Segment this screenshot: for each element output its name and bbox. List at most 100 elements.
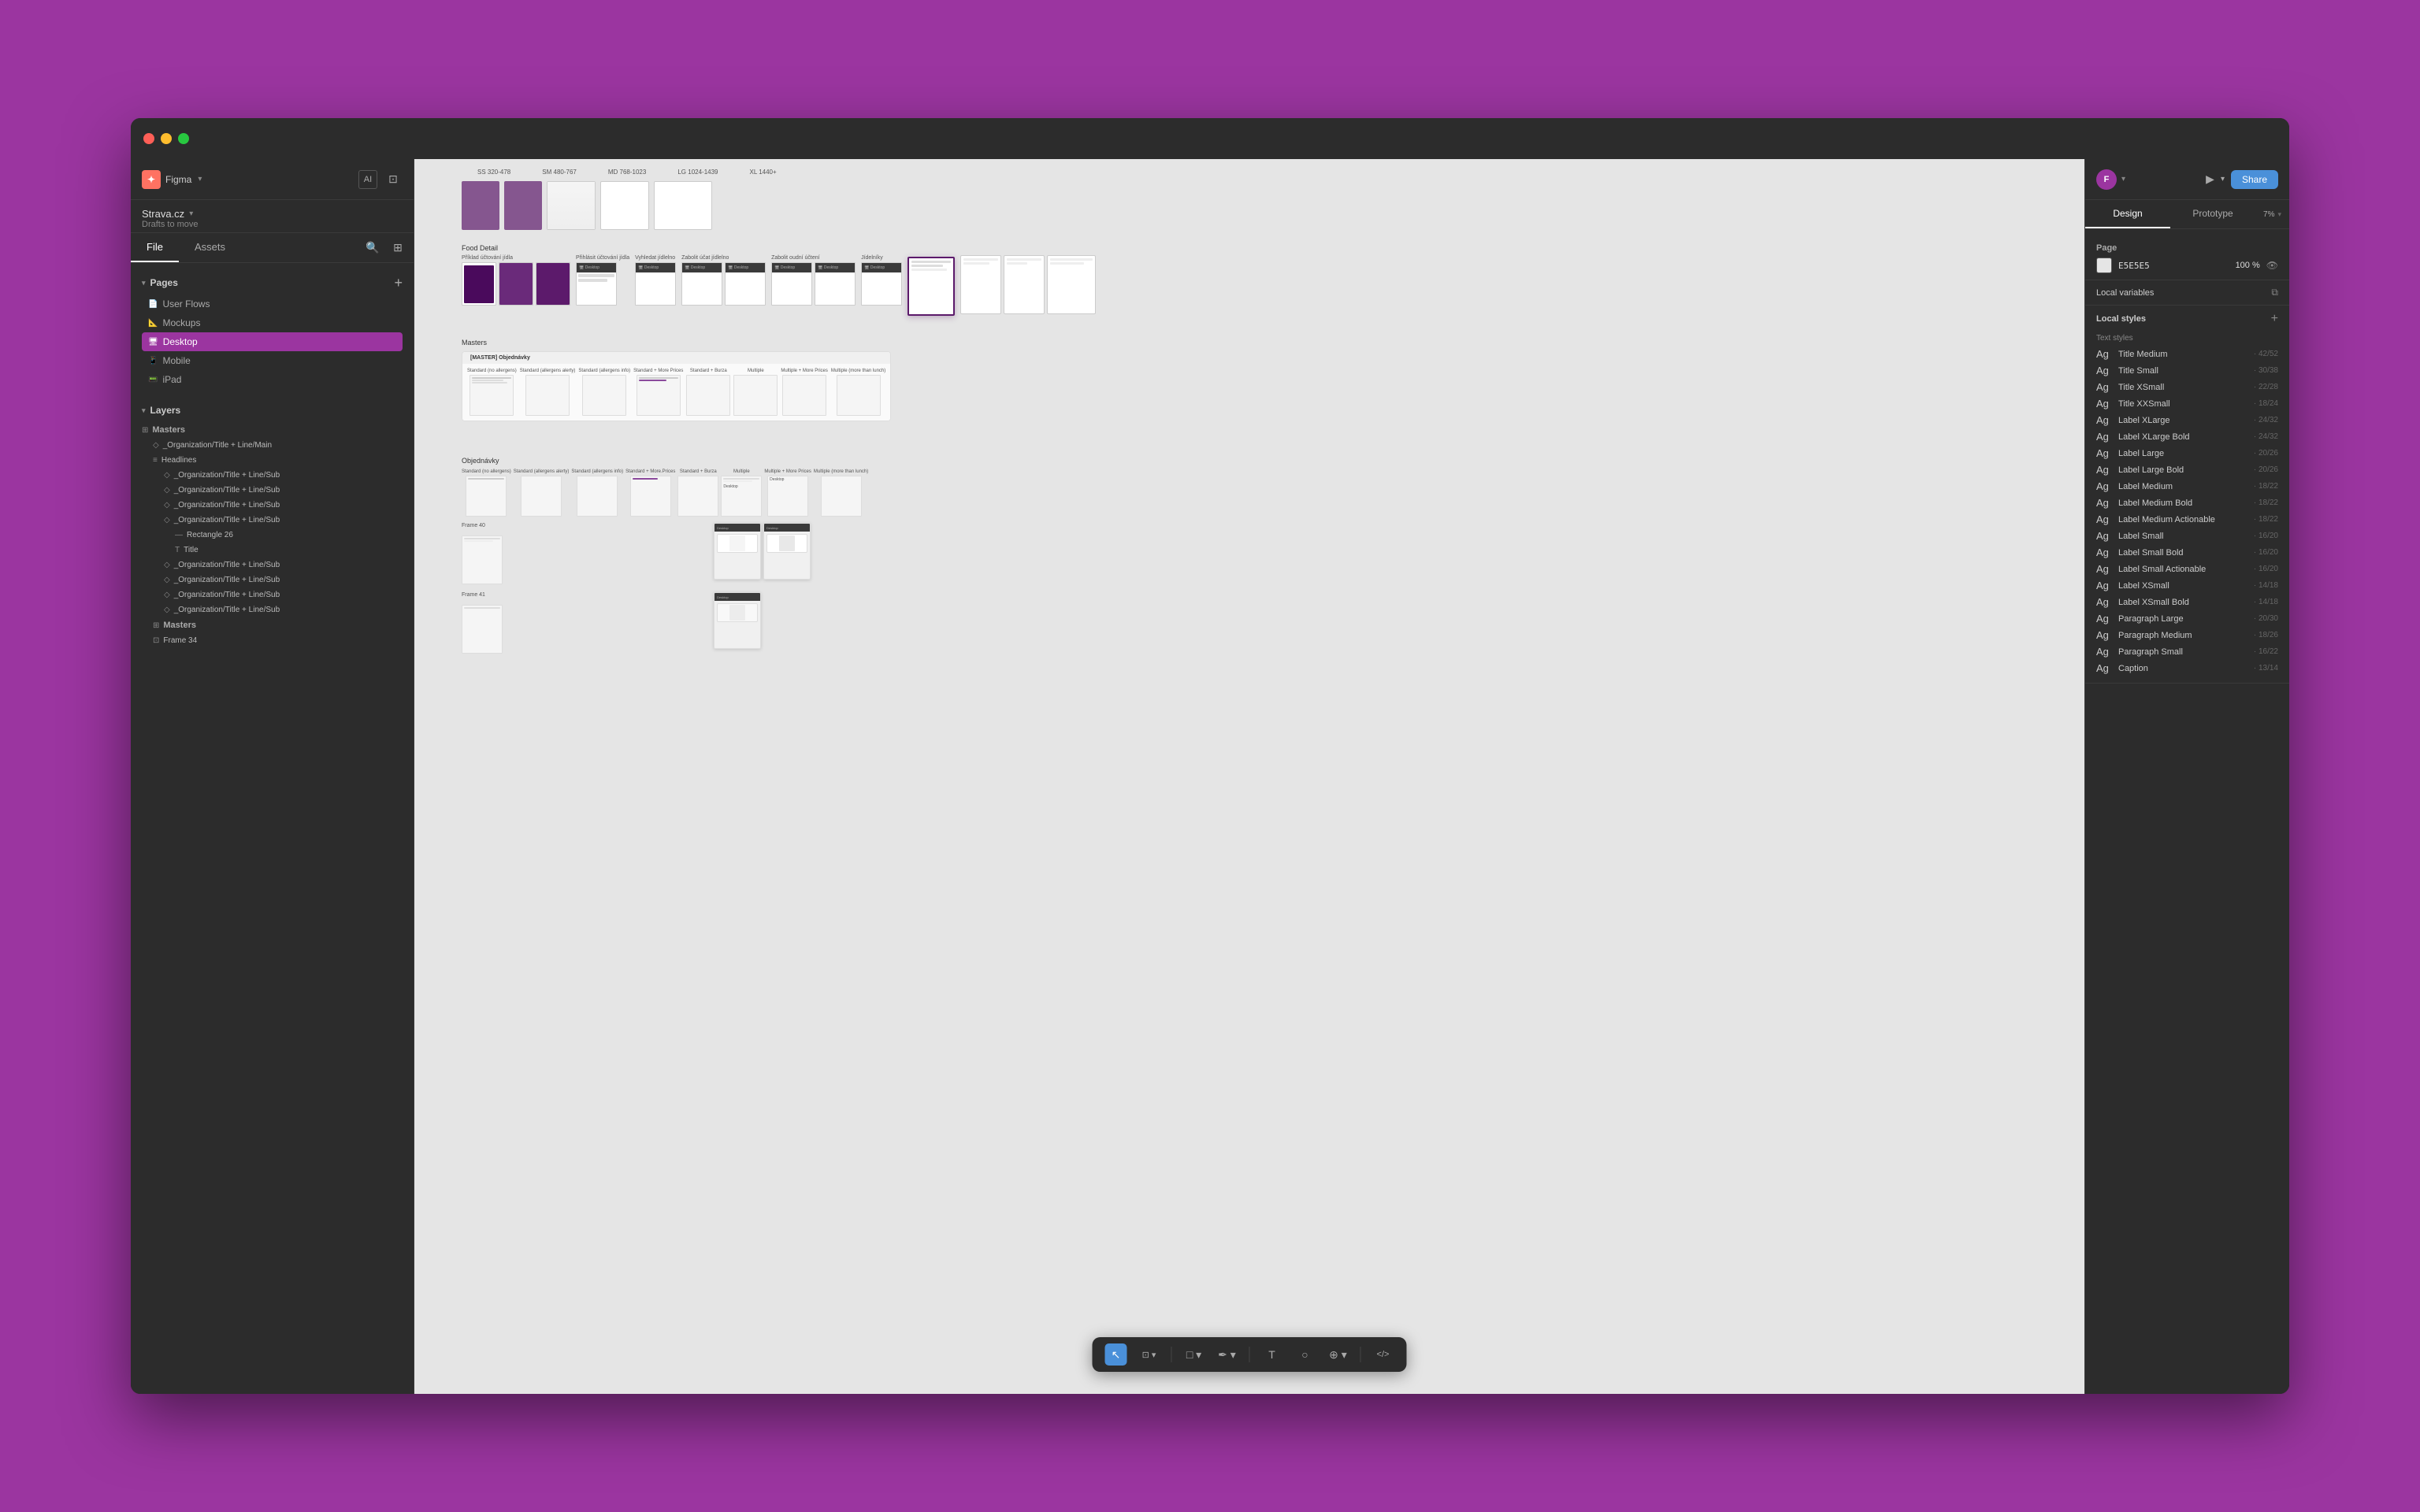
desktop-frame-big-2[interactable]: Desktop xyxy=(763,523,811,580)
grid-view-icon[interactable]: ⊞ xyxy=(388,239,407,258)
ellipse-tool-button[interactable]: ○ xyxy=(1294,1343,1316,1366)
f40-frame-1[interactable] xyxy=(462,536,503,584)
page-item-ipad[interactable]: 📟 iPad xyxy=(142,370,403,389)
f41-frame-1[interactable] xyxy=(462,605,503,654)
thumb-frame-5[interactable] xyxy=(654,181,712,230)
master-frame-6[interactable] xyxy=(733,375,778,416)
component-tool-button[interactable]: ⊕ ▾ xyxy=(1327,1343,1349,1366)
text-style-item[interactable]: Ag Label XLarge Bold · 24/32 xyxy=(2096,428,2278,445)
text-style-item[interactable]: Ag Label XSmall · 14/18 xyxy=(2096,577,2278,594)
desktop-frame-big-1[interactable]: Desktop xyxy=(714,523,761,580)
layer-item-org-sub-1[interactable]: ◇ _Organization/Title + Line/Sub xyxy=(131,468,414,483)
page-item-mobile[interactable]: 📱 Mobile xyxy=(142,351,403,370)
frame-tool-button[interactable]: ⊡ ▾ xyxy=(1138,1343,1160,1366)
master-frame-3[interactable] xyxy=(582,375,626,416)
pen-tool-button[interactable]: ✒ ▾ xyxy=(1216,1343,1238,1366)
obj-frame-5[interactable] xyxy=(677,476,718,517)
food-frame-g1[interactable] xyxy=(960,255,1001,314)
text-style-item[interactable]: Ag Title XSmall · 22/28 xyxy=(2096,379,2278,395)
share-button[interactable]: Share xyxy=(2231,170,2278,189)
page-item-mockups[interactable]: 📐 Mockups xyxy=(142,313,403,332)
master-frame-4[interactable] xyxy=(637,375,681,416)
food-frame-g2[interactable] xyxy=(1004,255,1045,314)
desktop-frame-3[interactable]: Desktop xyxy=(714,592,761,649)
thumb-frame-3[interactable] xyxy=(547,181,596,230)
layer-item-frame34[interactable]: ⊡ Frame 34 xyxy=(131,633,414,648)
text-style-item[interactable]: Ag Caption · 13/14 xyxy=(2096,660,2278,676)
text-style-item[interactable]: Ag Title Medium · 42/52 xyxy=(2096,346,2278,362)
layer-item-masters-top[interactable]: ⊞ Masters xyxy=(131,422,414,438)
shape-tool-button[interactable]: □ ▾ xyxy=(1183,1343,1205,1366)
page-color-swatch[interactable] xyxy=(2096,258,2112,273)
text-style-item[interactable]: Ag Paragraph Small · 16/22 xyxy=(2096,643,2278,660)
search-icon[interactable]: 🔍 xyxy=(363,239,382,258)
masters-box[interactable]: [MASTER] Objednávky Standard (no allerge… xyxy=(462,351,891,421)
food-frame-e2[interactable]: 🖥 Desktop xyxy=(815,262,856,306)
page-color-hex[interactable]: E5E5E5 xyxy=(2118,261,2150,271)
thumb-frame-1[interactable] xyxy=(462,181,499,230)
master-frame-8[interactable] xyxy=(837,375,881,416)
local-variables-icon[interactable]: ⧉ xyxy=(2271,287,2278,298)
thumb-frame-2[interactable] xyxy=(504,181,542,230)
text-style-item[interactable]: Ag Label Medium · 18/22 xyxy=(2096,478,2278,495)
close-button[interactable] xyxy=(143,133,154,144)
obj-frame-8[interactable] xyxy=(821,476,862,517)
food-frame-b1[interactable]: 🖥 Desktop xyxy=(576,262,617,306)
text-style-item[interactable]: Ag Paragraph Large · 20/30 xyxy=(2096,610,2278,627)
layer-item-title[interactable]: T Title xyxy=(131,543,414,558)
food-frame-e1[interactable]: 🖥 Desktop xyxy=(771,262,812,306)
layer-item-org-sub-2[interactable]: ◇ _Organization/Title + Line/Sub xyxy=(131,483,414,498)
pages-section-header[interactable]: ▾ Pages + xyxy=(142,271,403,295)
food-frame-d2[interactable]: 🖥 Desktop xyxy=(725,262,766,306)
minimize-button[interactable] xyxy=(161,133,172,144)
obj-frame-6[interactable]: Desktop xyxy=(721,476,762,517)
user-avatar[interactable]: F xyxy=(2096,169,2117,190)
text-style-item[interactable]: Ag Label XSmall Bold · 14/18 xyxy=(2096,594,2278,610)
visibility-icon[interactable]: 👁 xyxy=(2266,260,2278,271)
project-name-row[interactable]: Strava.cz ▾ xyxy=(142,208,403,220)
layer-item-org-sub-7[interactable]: ◇ _Organization/Title + Line/Sub xyxy=(131,587,414,602)
layer-item-rect26[interactable]: — Rectangle 26 xyxy=(131,528,414,543)
layer-item-org-sub-4[interactable]: ◇ _Organization/Title + Line/Sub xyxy=(131,513,414,528)
figma-logo-icon[interactable]: ✦ xyxy=(142,170,161,189)
thumb-frame-4[interactable] xyxy=(600,181,649,230)
layer-item-org-sub-3[interactable]: ◇ _Organization/Title + Line/Sub xyxy=(131,498,414,513)
text-style-item[interactable]: Ag Label Small Actionable · 16/20 xyxy=(2096,561,2278,577)
text-style-item[interactable]: Ag Label XLarge · 24/32 xyxy=(2096,412,2278,428)
maximize-button[interactable] xyxy=(178,133,189,144)
food-frame-a3[interactable] xyxy=(536,262,570,306)
ai-icon[interactable]: AI xyxy=(358,170,377,189)
add-page-button[interactable]: + xyxy=(394,276,403,290)
tab-design[interactable]: Design xyxy=(2085,200,2170,228)
tab-prototype[interactable]: Prototype xyxy=(2170,200,2255,228)
layer-item-masters-2[interactable]: ⊞ Masters xyxy=(131,617,414,633)
layer-item-org-sub-5[interactable]: ◇ _Organization/Title + Line/Sub xyxy=(131,558,414,573)
obj-frame-1[interactable] xyxy=(466,476,507,517)
text-style-item[interactable]: Ag Title Small · 30/38 xyxy=(2096,362,2278,379)
layer-item-org-title-main[interactable]: ◇ _Organization/Title + Line/Main xyxy=(131,438,414,453)
food-frame-selected[interactable] xyxy=(908,257,955,316)
play-chevron-icon[interactable]: ▾ xyxy=(2221,175,2225,183)
food-frame-d1[interactable]: 🖥 Desktop xyxy=(681,262,722,306)
text-tool-button[interactable]: T xyxy=(1261,1343,1283,1366)
text-style-item[interactable]: Ag Label Medium Actionable · 18/22 xyxy=(2096,511,2278,528)
layout-icon[interactable]: ⊡ xyxy=(384,170,403,189)
food-frame-a2[interactable] xyxy=(499,262,533,306)
play-button[interactable]: ▶ xyxy=(2206,172,2214,186)
code-tool-button[interactable]: </> xyxy=(1372,1343,1394,1366)
text-style-item[interactable]: Ag Label Small Bold · 16/20 xyxy=(2096,544,2278,561)
text-style-item[interactable]: Ag Label Small · 16/20 xyxy=(2096,528,2278,544)
obj-frame-3[interactable] xyxy=(577,476,618,517)
food-frame-g3[interactable] xyxy=(1047,255,1096,314)
add-local-style-button[interactable]: + xyxy=(2271,312,2278,326)
layer-item-org-sub-8[interactable]: ◇ _Organization/Title + Line/Sub xyxy=(131,602,414,617)
obj-frame-2[interactable] xyxy=(521,476,562,517)
tab-file[interactable]: File xyxy=(131,233,179,262)
layer-item-org-sub-6[interactable]: ◇ _Organization/Title + Line/Sub xyxy=(131,573,414,587)
text-style-item[interactable]: Ag Label Medium Bold · 18/22 xyxy=(2096,495,2278,511)
layers-header[interactable]: ▾ Layers xyxy=(131,398,414,422)
food-frame-a1[interactable] xyxy=(462,262,496,306)
obj-frame-7[interactable]: Desktop xyxy=(767,476,808,517)
master-frame-2[interactable] xyxy=(525,375,570,416)
tab-assets[interactable]: Assets xyxy=(179,233,241,262)
